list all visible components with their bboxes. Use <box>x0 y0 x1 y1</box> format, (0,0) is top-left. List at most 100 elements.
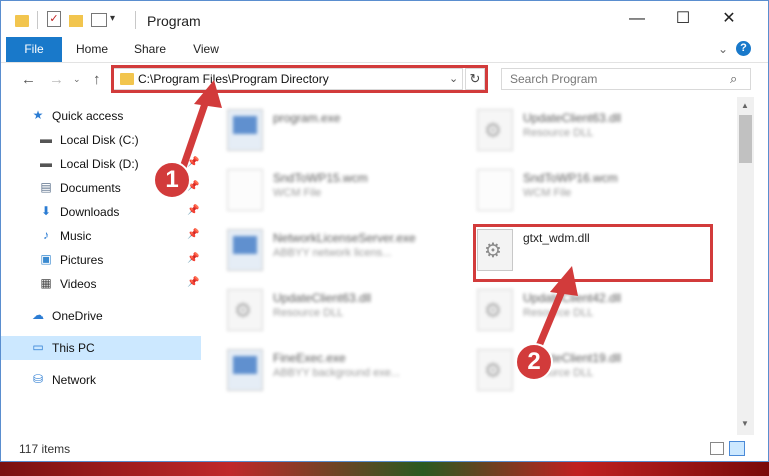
ribbon-tabs: File Home Share View ⌄ ? <box>1 37 768 63</box>
folder-icon[interactable] <box>15 15 29 27</box>
search-icon[interactable]: ⌕ <box>730 71 737 87</box>
dll-file-icon <box>477 349 513 391</box>
pin-icon[interactable]: 📌 <box>187 277 199 288</box>
sidebar-item-label: Network <box>52 373 97 387</box>
sidebar-item-music[interactable]: ♪ Music 📌 <box>1 224 201 248</box>
file-item[interactable]: UpdateClient63.dll Resource DLL <box>205 281 445 337</box>
tab-view[interactable]: View <box>181 37 231 62</box>
tab-home[interactable]: Home <box>67 37 117 62</box>
recent-locations-chevron-icon[interactable]: ⌄ <box>73 74 81 85</box>
file-name: program.exe <box>273 111 341 125</box>
toolbar-divider <box>37 11 38 29</box>
sidebar-item-network[interactable]: ⛁ Network <box>1 368 201 392</box>
sidebar-item-label: Pictures <box>60 253 104 267</box>
scroll-thumb[interactable] <box>739 115 752 163</box>
file-item[interactable]: UpdateClient19.dll Resource DLL <box>455 341 695 397</box>
application-file-icon <box>227 109 263 151</box>
file-name: SndToWP16.wcm <box>523 171 618 185</box>
sidebar-item-label: Videos <box>60 277 97 291</box>
file-item[interactable]: program.exe <box>205 101 445 157</box>
tab-share[interactable]: Share <box>125 37 175 62</box>
pin-icon[interactable]: 📌 <box>187 229 199 240</box>
item-count: 117 items <box>19 442 71 456</box>
file-name: FineExec.exe <box>273 351 346 365</box>
music-icon: ♪ <box>43 228 49 242</box>
forward-arrow-icon[interactable]: → <box>49 71 64 88</box>
minimize-button[interactable]: — <box>614 1 660 37</box>
application-file-icon <box>227 229 263 271</box>
help-icon[interactable]: ? <box>736 41 751 56</box>
vertical-scrollbar[interactable]: ▲ ▼ <box>737 97 754 435</box>
sidebar-item-label: OneDrive <box>52 309 103 323</box>
dll-file-icon <box>477 109 513 151</box>
file-name: SndToWP15.wcm <box>273 171 368 185</box>
dll-file-icon <box>227 289 263 331</box>
network-icon: ⛁ <box>32 372 44 386</box>
file-type: Resource DLL <box>273 307 344 319</box>
sidebar-item-quick-access[interactable]: ★ Quick access <box>1 104 201 128</box>
new-folder-icon[interactable] <box>69 15 83 27</box>
file-item[interactable]: SndToWP16.wcm WCM File <box>455 161 695 217</box>
navigation-bar: ← → ⌄ ↑ C:\Program Files\Program Directo… <box>1 63 768 97</box>
scroll-down-arrow-icon[interactable]: ▼ <box>741 419 749 428</box>
dll-file-icon <box>477 289 513 331</box>
toolbar-divider <box>135 11 136 29</box>
videos-icon: ▦ <box>40 276 52 290</box>
tab-file[interactable]: File <box>6 37 62 62</box>
pictures-icon: ▣ <box>40 252 52 266</box>
expand-ribbon-chevron-icon[interactable]: ⌄ <box>718 42 728 56</box>
navigation-pane: ★ Quick access ▬ Local Disk (C:) ▬ Local… <box>1 97 201 435</box>
search-placeholder: Search Program <box>510 72 598 86</box>
status-bar: 117 items <box>1 437 768 461</box>
pin-icon[interactable]: 📌 <box>187 253 199 264</box>
file-type: ABBYY background exe... <box>273 367 400 379</box>
pin-icon[interactable]: 📌 <box>187 157 199 168</box>
sidebar-item-label: Local Disk (D:) <box>60 157 139 171</box>
file-name: NetworkLicenseServer.exe <box>273 231 416 245</box>
maximize-button[interactable]: ☐ <box>660 1 706 37</box>
close-button[interactable]: ✕ <box>706 1 752 37</box>
drive-icon: ▬ <box>40 132 52 146</box>
file-name: UpdateClient42.dll <box>523 291 622 305</box>
step-2-badge: 2 <box>515 343 553 381</box>
sidebar-item-label: Quick access <box>52 109 124 123</box>
document-file-icon <box>227 169 263 211</box>
back-arrow-icon[interactable]: ← <box>21 71 36 88</box>
scroll-up-arrow-icon[interactable]: ▲ <box>741 101 749 110</box>
sidebar-item-label: Local Disk (C:) <box>60 133 139 147</box>
file-item[interactable]: SndToWP15.wcm WCM File <box>205 161 445 217</box>
pin-icon[interactable]: 📌 <box>187 205 199 216</box>
drive-icon: ▬ <box>40 156 52 170</box>
sidebar-item-label: This PC <box>52 341 95 355</box>
file-type: ABBYY network licens... <box>273 247 392 259</box>
search-input[interactable]: Search Program ⌕ <box>501 68 751 90</box>
details-view-icon[interactable] <box>710 442 724 455</box>
window-title: Program <box>147 13 201 29</box>
sidebar-item-videos[interactable]: ▦ Videos 📌 <box>1 272 201 296</box>
sidebar-item-downloads[interactable]: ⬇ Downloads 📌 <box>1 200 201 224</box>
star-icon: ★ <box>32 108 44 122</box>
properties-check-icon[interactable]: ✓ <box>47 11 61 27</box>
address-highlight-box <box>111 65 488 93</box>
sidebar-item-this-pc[interactable]: ▭ This PC <box>1 336 201 360</box>
title-bar: ✓ ▾ Program — ☐ ✕ <box>1 1 768 37</box>
file-item[interactable]: UpdateClient42.dll Resource DLL <box>455 281 695 337</box>
large-icons-view-icon[interactable] <box>729 441 745 456</box>
file-item[interactable]: UpdateClient63.dll Resource DLL <box>455 101 695 157</box>
up-arrow-icon[interactable]: ↑ <box>93 71 101 88</box>
file-name: UpdateClient63.dll <box>523 111 622 125</box>
document-file-icon <box>477 169 513 211</box>
file-explorer-window: ✓ ▾ Program — ☐ ✕ File Home Share View ⌄… <box>0 0 769 462</box>
customize-toolbar-chevron-icon[interactable]: ▾ <box>110 13 115 31</box>
file-type: WCM File <box>273 187 322 199</box>
sidebar-item-pictures[interactable]: ▣ Pictures 📌 <box>1 248 201 272</box>
file-item[interactable]: FineExec.exe ABBYY background exe... <box>205 341 445 397</box>
sidebar-item-label: Downloads <box>60 205 120 219</box>
sidebar-item-local-disk-c[interactable]: ▬ Local Disk (C:) <box>1 128 201 152</box>
sidebar-item-label: Music <box>60 229 92 243</box>
file-type: Resource DLL <box>523 127 594 139</box>
file-item[interactable]: NetworkLicenseServer.exe ABBYY network l… <box>205 221 445 277</box>
view-properties-icon[interactable] <box>91 13 107 27</box>
downloads-icon: ⬇ <box>40 204 52 218</box>
sidebar-item-onedrive[interactable]: ☁ OneDrive <box>1 304 201 328</box>
